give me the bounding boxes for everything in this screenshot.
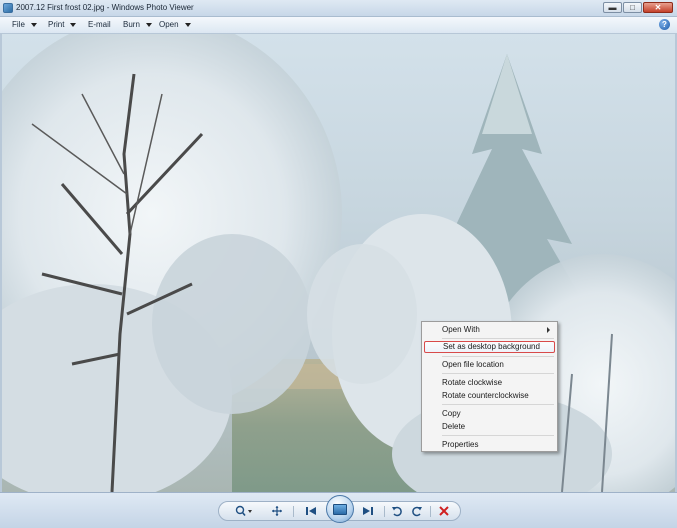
chevron-right-icon: [547, 327, 550, 333]
menu-item-rotate-counterclockwise[interactable]: Rotate counterclockwise: [424, 390, 555, 402]
control-divider: [384, 506, 385, 517]
context-menu: Open With Set as desktop background Open…: [421, 321, 558, 452]
slideshow-button[interactable]: [326, 495, 354, 523]
menu-item-open-file-location[interactable]: Open file location: [424, 359, 555, 371]
burn-menu[interactable]: Burn: [123, 20, 152, 29]
chevron-down-icon: [145, 22, 152, 27]
control-strip: [218, 495, 461, 523]
rotate-clockwise-button[interactable]: [410, 504, 424, 518]
slideshow-icon: [333, 503, 347, 515]
menu-toolbar: File Print E-mail Burn Open ?: [0, 17, 677, 34]
help-icon[interactable]: ?: [659, 19, 670, 30]
zoom-button[interactable]: [233, 504, 255, 518]
previous-button[interactable]: [304, 504, 318, 518]
menu-separator: [442, 435, 554, 436]
menu-item-rotate-clockwise[interactable]: Rotate clockwise: [424, 377, 555, 389]
print-menu[interactable]: Print: [48, 20, 77, 29]
menu-separator: [442, 356, 554, 357]
chevron-down-icon: [184, 22, 191, 27]
playback-control-bar: [0, 492, 677, 528]
menu-item-properties[interactable]: Properties: [424, 439, 555, 451]
rotate-counterclockwise-button[interactable]: [390, 504, 404, 518]
menu-separator: [442, 338, 554, 339]
menu-item-delete[interactable]: Delete: [424, 421, 555, 433]
control-divider: [293, 506, 294, 517]
menu-item-copy[interactable]: Copy: [424, 408, 555, 420]
menu-separator: [442, 373, 554, 374]
next-button[interactable]: [361, 504, 375, 518]
file-menu-label: File: [12, 20, 25, 29]
frosted-trees-photo: [2, 34, 675, 492]
menu-item-open-with[interactable]: Open With: [424, 324, 555, 336]
burn-menu-label: Burn: [123, 20, 140, 29]
window-controls: ▬ □ ✕: [603, 2, 673, 13]
print-menu-label: Print: [48, 20, 65, 29]
title-bar: 2007.12 First frost 02.jpg - Windows Pho…: [0, 0, 677, 17]
email-label: E-mail: [88, 20, 111, 29]
menu-item-set-desktop-background[interactable]: Set as desktop background: [424, 341, 555, 353]
close-button[interactable]: ✕: [643, 2, 673, 13]
open-menu[interactable]: Open: [159, 20, 191, 29]
next-icon: [363, 507, 373, 515]
email-button[interactable]: E-mail: [88, 20, 111, 29]
actual-size-button[interactable]: [270, 504, 284, 518]
photo-display[interactable]: [2, 34, 675, 492]
maximize-button[interactable]: □: [623, 2, 642, 13]
chevron-down-icon: [30, 22, 37, 27]
delete-button[interactable]: [437, 504, 451, 518]
magnifier-icon: [235, 505, 252, 517]
window-title: 2007.12 First frost 02.jpg - Windows Pho…: [16, 3, 194, 12]
minimize-button[interactable]: ▬: [603, 2, 622, 13]
menu-separator: [442, 404, 554, 405]
open-menu-label: Open: [159, 20, 179, 29]
control-divider: [430, 506, 431, 517]
previous-icon: [306, 507, 316, 515]
chevron-down-icon: [70, 22, 77, 27]
open-with-label: Open With: [442, 325, 480, 334]
file-menu[interactable]: File: [12, 20, 37, 29]
photo-viewer-app-icon: [3, 3, 13, 13]
rotate-counterclockwise-icon: [392, 506, 402, 517]
delete-icon: [439, 506, 449, 516]
rotate-clockwise-icon: [412, 506, 422, 517]
fit-icon: [272, 506, 282, 516]
